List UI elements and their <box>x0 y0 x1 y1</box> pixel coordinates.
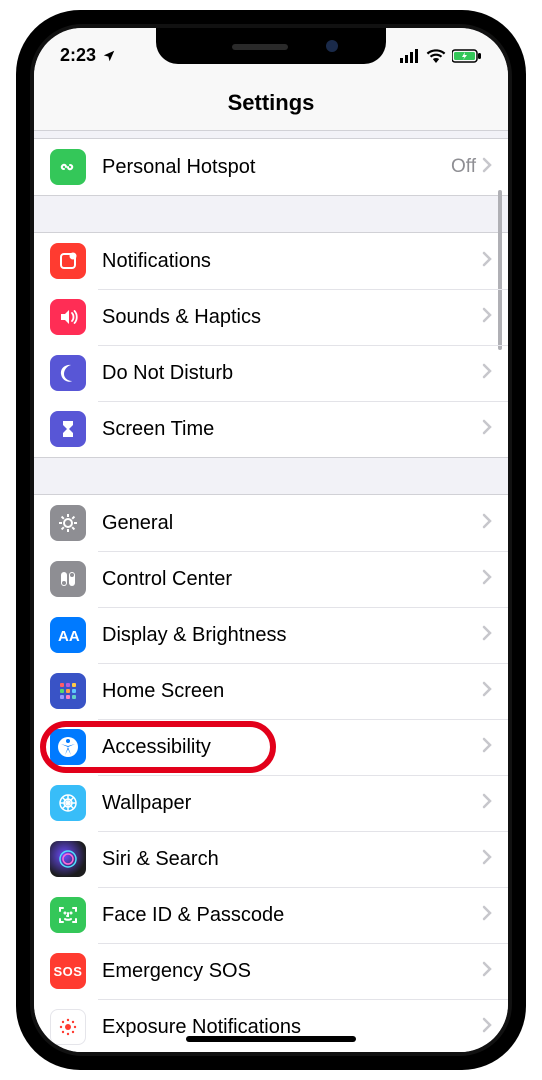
row-label: Sounds & Haptics <box>102 306 482 329</box>
chevron-right-icon <box>482 625 492 646</box>
row-general[interactable]: General <box>34 495 508 551</box>
chevron-right-icon <box>482 905 492 926</box>
row-label: Emergency SOS <box>102 960 482 983</box>
row-label: Screen Time <box>102 418 482 441</box>
row-label: Control Center <box>102 568 482 591</box>
row-label: Wallpaper <box>102 792 482 815</box>
battery-icon <box>452 49 482 63</box>
row-label: Home Screen <box>102 680 482 703</box>
row-label: Face ID & Passcode <box>102 904 482 927</box>
sos-text: SOS <box>54 964 83 979</box>
location-icon <box>102 49 116 63</box>
cellular-icon <box>400 49 420 63</box>
chevron-right-icon <box>482 363 492 384</box>
wallpaper-icon <box>50 785 86 821</box>
accessibility-icon <box>50 729 86 765</box>
row-sounds[interactable]: Sounds & Haptics <box>34 289 508 345</box>
hotspot-icon <box>50 149 86 185</box>
chevron-right-icon <box>482 793 492 814</box>
row-faceid[interactable]: Face ID & Passcode <box>34 887 508 943</box>
chevron-right-icon <box>482 419 492 440</box>
chevron-right-icon <box>482 307 492 328</box>
row-wallpaper[interactable]: Wallpaper <box>34 775 508 831</box>
home-screen-icon <box>50 673 86 709</box>
sounds-icon <box>50 299 86 335</box>
exposure-icon <box>50 1009 86 1045</box>
row-display[interactable]: AA Display & Brightness <box>34 607 508 663</box>
home-indicator[interactable] <box>186 1036 356 1042</box>
row-notifications[interactable]: Notifications <box>34 233 508 289</box>
sos-icon: SOS <box>50 953 86 989</box>
svg-text:AA: AA <box>58 628 80 645</box>
notifications-icon <box>50 243 86 279</box>
faceid-icon <box>50 897 86 933</box>
chevron-right-icon <box>482 251 492 272</box>
row-label: Siri & Search <box>102 848 482 871</box>
row-value: Off <box>451 156 476 178</box>
chevron-right-icon <box>482 737 492 758</box>
row-control-center[interactable]: Control Center <box>34 551 508 607</box>
page-title: Settings <box>34 90 508 116</box>
row-sos[interactable]: SOS Emergency SOS <box>34 943 508 999</box>
general-icon <box>50 505 86 541</box>
row-label: Notifications <box>102 250 482 273</box>
row-home-screen[interactable]: Home Screen <box>34 663 508 719</box>
row-label: Personal Hotspot <box>102 156 451 179</box>
row-dnd[interactable]: Do Not Disturb <box>34 345 508 401</box>
row-label: General <box>102 512 482 535</box>
siri-icon <box>50 841 86 877</box>
wifi-icon <box>426 49 446 63</box>
chevron-right-icon <box>482 849 492 870</box>
row-siri[interactable]: Siri & Search <box>34 831 508 887</box>
row-label: Accessibility <box>102 736 482 759</box>
status-time: 2:23 <box>60 45 96 66</box>
row-label: Display & Brightness <box>102 624 482 647</box>
chevron-right-icon <box>482 157 492 178</box>
row-exposure[interactable]: Exposure Notifications <box>34 999 508 1052</box>
row-accessibility[interactable]: Accessibility <box>34 719 508 775</box>
dnd-icon <box>50 355 86 391</box>
row-label: Do Not Disturb <box>102 362 482 385</box>
chevron-right-icon <box>482 569 492 590</box>
row-screentime[interactable]: Screen Time <box>34 401 508 457</box>
control-center-icon <box>50 561 86 597</box>
display-icon: AA <box>50 617 86 653</box>
row-personal-hotspot[interactable]: Personal Hotspot Off <box>34 139 508 195</box>
chevron-right-icon <box>482 961 492 982</box>
chevron-right-icon <box>482 513 492 534</box>
chevron-right-icon <box>482 1017 492 1038</box>
nav-header: Settings <box>34 78 508 131</box>
screentime-icon <box>50 411 86 447</box>
chevron-right-icon <box>482 681 492 702</box>
